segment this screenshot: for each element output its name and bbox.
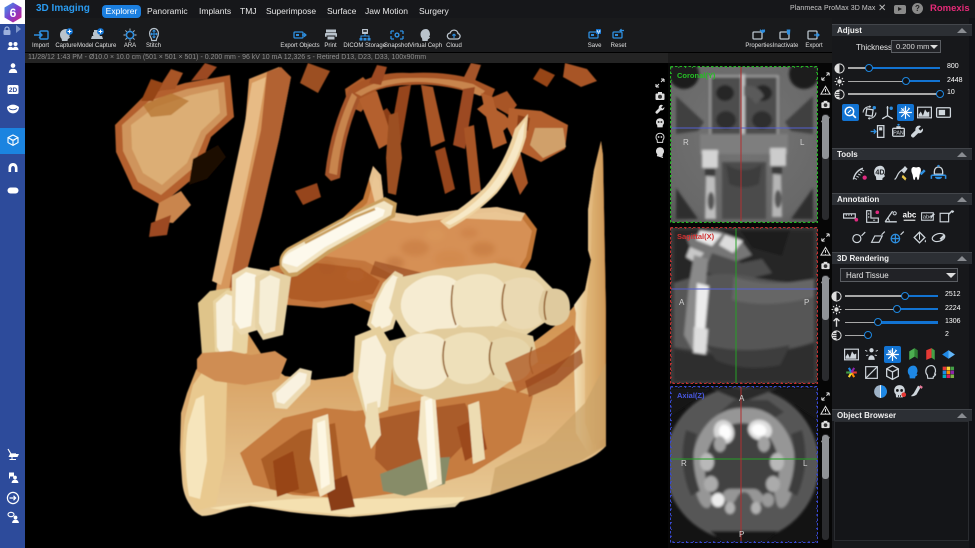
svg-text:abc: abc <box>902 210 916 219</box>
svg-text:L: L <box>803 459 808 468</box>
svg-text:Axial(Z): Axial(Z) <box>677 391 705 400</box>
svg-text:PAN: PAN <box>893 130 904 136</box>
svg-text:4D: 4D <box>875 168 884 176</box>
svg-text:R: R <box>683 138 689 147</box>
svg-text:2D: 2D <box>8 87 17 94</box>
svg-text:Sagittal(X): Sagittal(X) <box>677 232 715 241</box>
svg-text:P: P <box>804 298 809 307</box>
svg-text:abc: abc <box>922 214 931 220</box>
svg-text:A: A <box>679 298 685 307</box>
svg-text:Coronal(Y): Coronal(Y) <box>677 71 716 80</box>
svg-text:R: R <box>681 459 687 468</box>
svg-text:6: 6 <box>10 6 17 20</box>
svg-text:P: P <box>739 530 744 539</box>
svg-text:L: L <box>800 138 805 147</box>
svg-text:A: A <box>739 394 745 403</box>
